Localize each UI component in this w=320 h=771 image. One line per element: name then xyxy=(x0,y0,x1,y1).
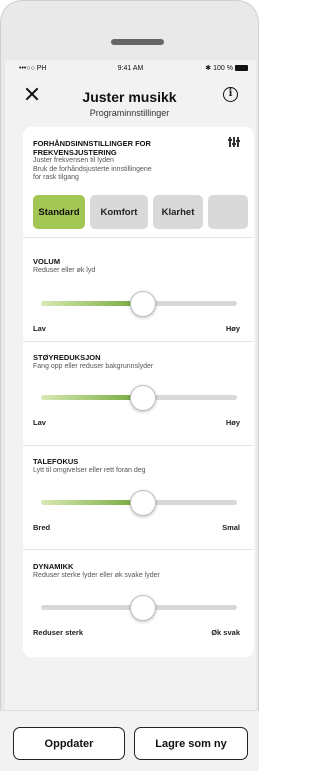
dynamics-title: DYNAMIKK xyxy=(33,562,74,571)
noise-reduction-title: STØYREDUKSJON xyxy=(33,353,101,362)
speech-focus-section: TALEFOKUS Lytt til omgivelser eller rett… xyxy=(23,445,254,550)
volume-section: VOLUM Reduser eller øk lyd Lav Høy xyxy=(23,237,254,342)
settings-card: FORHÅNDSINNSTILLINGER FOR FREKVENSJUSTER… xyxy=(23,127,254,657)
page-title: Juster musikk xyxy=(82,89,177,105)
preset-desc-line1: Juster frekvensen til lyden xyxy=(33,157,114,164)
speech-focus-title: TALEFOKUS xyxy=(33,457,79,466)
status-bar: •••○○ PH 9:41 AM ✱ 100 % xyxy=(5,60,256,78)
volume-slider[interactable] xyxy=(41,291,237,317)
status-right: ✱ 100 % xyxy=(205,64,248,72)
phone-speaker xyxy=(111,39,164,45)
preset-section: FORHÅNDSINNSTILLINGER FOR FREKVENSJUSTER… xyxy=(23,127,254,238)
speech-focus-max-label: Smal xyxy=(222,523,240,532)
preset-desc-line3: for rask tilgang xyxy=(33,174,79,181)
bluetooth-icon: ✱ xyxy=(205,65,212,72)
dynamics-max-label: Øk svak xyxy=(211,628,240,637)
preset-desc-line2: Bruk de forhåndsjusterte innstillingene xyxy=(33,165,152,173)
speech-focus-min-label: Bred xyxy=(33,523,51,532)
noise-reduction-desc: Fang opp eller reduser bakgrunnslyder xyxy=(33,363,154,370)
slider-thumb[interactable] xyxy=(130,291,156,317)
volume-min-label: Lav xyxy=(33,324,46,333)
slider-fill xyxy=(41,500,143,505)
page-subtitle: Programinnstillinger xyxy=(89,108,170,118)
dynamics-section: DYNAMIKK Reduser sterke lyder eller øk s… xyxy=(23,549,254,657)
info-icon[interactable]: i xyxy=(223,87,238,102)
preset-description: Juster frekvensen til lyden Bruk de forh… xyxy=(33,157,152,183)
volume-max-label: Høy xyxy=(225,324,240,333)
speech-focus-desc: Lytt til omgivelser eller rett foran deg xyxy=(33,467,146,474)
equalizer-icon[interactable] xyxy=(228,137,240,147)
noise-reduction-max-label: Høy xyxy=(225,418,240,427)
slider-thumb[interactable] xyxy=(130,385,156,411)
slider-fill xyxy=(41,395,143,400)
dynamics-desc: Reduser sterke lyder eller øk svake lyde… xyxy=(33,572,160,579)
save-as-new-button[interactable]: Lagre som ny xyxy=(134,727,248,760)
preset-klarhet[interactable]: Klarhet xyxy=(153,195,203,229)
slider-thumb[interactable] xyxy=(130,595,156,621)
preset-komfort[interactable]: Komfort xyxy=(90,195,148,229)
dynamics-slider[interactable] xyxy=(41,595,237,621)
battery-percent: 100 % xyxy=(213,64,233,72)
dynamics-min-label: Reduser sterk xyxy=(33,628,84,637)
slider-fill xyxy=(41,301,143,306)
noise-reduction-slider[interactable] xyxy=(41,385,237,411)
preset-title: FORHÅNDSINNSTILLINGER FOR FREKVENSJUSTER… xyxy=(33,139,151,157)
noise-reduction-min-label: Lav xyxy=(33,418,46,427)
preset-title-line2: FREKVENSJUSTERING xyxy=(33,148,117,157)
preset-title-line1: FORHÅNDSINNSTILLINGER FOR xyxy=(33,139,151,148)
noise-reduction-section: STØYREDUKSJON Fang opp eller reduser bak… xyxy=(23,341,254,446)
volume-title: VOLUM xyxy=(33,257,61,266)
volume-desc: Reduser eller øk lyd xyxy=(33,267,96,274)
preset-more[interactable] xyxy=(208,195,248,229)
update-button[interactable]: Oppdater xyxy=(13,727,125,760)
battery-icon xyxy=(235,65,248,71)
speech-focus-slider[interactable] xyxy=(41,490,237,516)
preset-options: Standard Komfort Klarhet xyxy=(33,195,248,229)
slider-thumb[interactable] xyxy=(130,490,156,516)
preset-standard[interactable]: Standard xyxy=(33,195,85,229)
